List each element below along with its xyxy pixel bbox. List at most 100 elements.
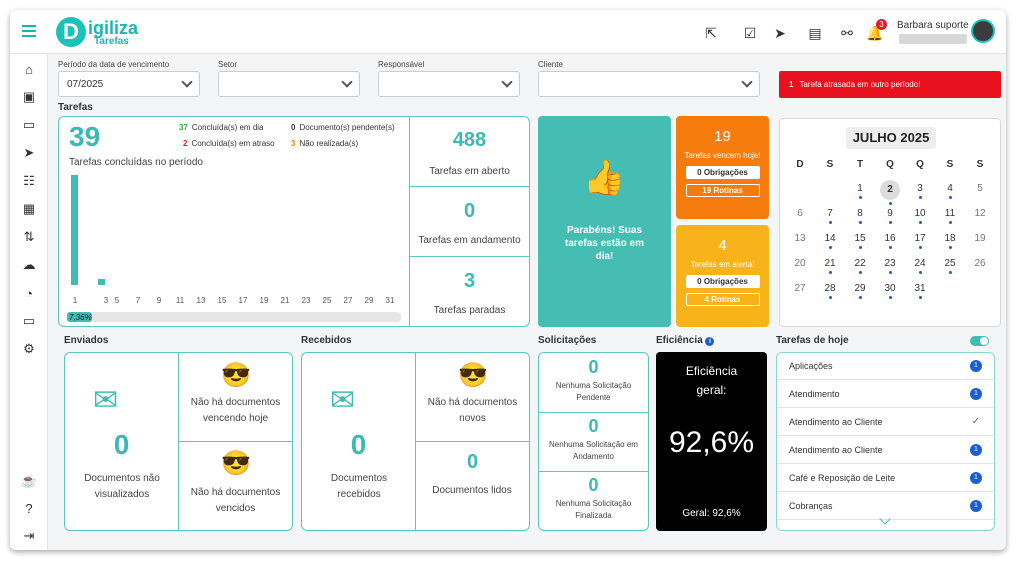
weekday-label: Q [886, 159, 894, 170]
cloud-upload-icon[interactable]: ☁ [20, 256, 38, 274]
period-select[interactable]: 07/2025 [58, 71, 200, 97]
alert-tasks-obligations[interactable]: 0 Obrigações [685, 275, 760, 288]
calendar-title[interactable]: JULHO 2025 [846, 127, 936, 149]
due-today-obligations[interactable]: 0 Obrigações [685, 166, 760, 179]
calendar-day[interactable]: 6 [786, 208, 814, 219]
workflow-icon[interactable]: ⇅ [20, 228, 38, 246]
alert-tasks-routines[interactable]: 4 Rotinas [685, 293, 760, 306]
calendar-day[interactable]: 17 [906, 233, 934, 249]
checklist-icon[interactable]: ☑ [741, 24, 759, 42]
user-subtitle-redacted [899, 34, 967, 44]
responsavel-select[interactable] [378, 71, 520, 97]
monitor-icon[interactable]: ▭ [20, 312, 38, 330]
calendar-day[interactable]: 22 [846, 258, 874, 274]
calendar-day[interactable]: 14 [816, 233, 844, 249]
avatar[interactable] [971, 19, 995, 43]
calendar-day[interactable]: 13 [786, 233, 814, 244]
open-tasks-stat[interactable]: 488 Tarefas em aberto [410, 129, 529, 177]
send-icon[interactable]: ➤ [771, 24, 789, 42]
calendar-day[interactable]: 28 [816, 283, 844, 299]
due-today-routines[interactable]: 19 Rotinas [685, 184, 760, 197]
alert-tasks-card[interactable]: 4 Tarefas em alerta! 0 Obrigações 4 Roti… [676, 225, 769, 327]
calendar-day[interactable]: 19 [966, 233, 994, 244]
list-item-label: Atendimento ao Cliente [789, 417, 883, 427]
checklist-icon[interactable]: ☷ [20, 172, 38, 190]
chevron-down-icon [501, 76, 513, 88]
chart-icon[interactable]: ◔ [20, 284, 38, 302]
day-number: 12 [974, 208, 986, 219]
solicitacao-andamento[interactable]: 0 Nenhuma Solicitação em Andamento [539, 416, 648, 465]
user-name[interactable]: Barbara suporte [897, 20, 969, 31]
calendar-day[interactable]: 18 [936, 233, 964, 249]
calendar-day[interactable]: 27 [786, 283, 814, 294]
alert-count: 1 [789, 80, 794, 89]
list-item[interactable]: Aplicações 1 [777, 353, 994, 380]
hamburger-menu-icon[interactable] [22, 25, 36, 37]
due-today-card[interactable]: 19 Tarefas vencem hoje! 0 Obrigações 19 … [676, 116, 769, 219]
calendar-day[interactable]: 25 [936, 258, 964, 274]
chart-tick-label: 25 [323, 296, 332, 305]
list-item[interactable]: Café e Reposição de Leite 1 [777, 465, 994, 492]
day-number: 23 [884, 258, 896, 269]
open-label: Tarefas em aberto [429, 166, 510, 177]
calendar-clock-icon[interactable]: ▦ [20, 200, 38, 218]
list-item[interactable]: Atendimento ao Cliente 1 [777, 437, 994, 464]
coffee-icon[interactable]: ☕ [20, 472, 38, 490]
calendar-day[interactable]: 20 [786, 258, 814, 269]
calendar-day[interactable]: 1 [846, 183, 874, 199]
hoje-toggle[interactable] [970, 336, 989, 346]
calendar-day[interactable]: 16 [876, 233, 904, 249]
calendar-day[interactable]: 26 [966, 258, 994, 269]
calendar-day[interactable]: 24 [906, 258, 934, 274]
calendar-day[interactable]: 8 [846, 208, 874, 224]
calendar-day[interactable]: 11 [936, 208, 964, 224]
solicitacao-pendente[interactable]: 0 Nenhuma Solicitação Pendente [539, 357, 648, 406]
in-progress-stat[interactable]: 0 Tarefas em andamento [410, 200, 529, 246]
calendar-day[interactable]: 4 [936, 183, 964, 199]
home-icon[interactable]: ⌂ [20, 60, 38, 78]
calendar-day[interactable]: 2 [876, 180, 904, 205]
envelope-icon: ✉ [93, 384, 119, 417]
sitemap-icon[interactable]: ⚯ [838, 24, 856, 42]
chart-bar[interactable] [71, 174, 78, 285]
logout-icon[interactable]: ⇥ [20, 527, 38, 545]
calendar-day[interactable]: 23 [876, 258, 904, 274]
document-icon[interactable]: ▭ [20, 116, 38, 134]
calendar-day[interactable]: 9 [876, 208, 904, 224]
external-link-icon[interactable]: ⇱ [702, 24, 720, 42]
list-item[interactable]: Atendimento 1 [777, 381, 994, 408]
chart-tick-label: 13 [197, 296, 206, 305]
finalizada-count: 0 [588, 475, 599, 495]
late-task-alert[interactable]: 1 Tarefa atrasada em outro período! [779, 71, 1001, 98]
calendar-day[interactable]: 30 [876, 283, 904, 299]
task-add-icon[interactable]: ▤ [806, 24, 824, 42]
chart-tick-label: 31 [386, 296, 395, 305]
calendar-day[interactable]: 15 [846, 233, 874, 249]
help-icon[interactable]: ? [20, 499, 38, 517]
stopped-stat[interactable]: 3 Tarefas paradas [410, 270, 529, 316]
calendar-day[interactable]: 5 [966, 183, 994, 194]
list-item[interactable]: Atendimento ao Cliente ✓ [777, 409, 994, 436]
day-number: 25 [944, 258, 956, 269]
chart-bar[interactable] [98, 279, 105, 285]
setor-select[interactable] [218, 71, 360, 97]
chart-tick-label: 3 [104, 296, 109, 305]
stopped-label: Tarefas paradas [433, 305, 506, 316]
briefcase-icon[interactable]: ▣ [20, 88, 38, 106]
lidos-count: 0 [466, 451, 479, 473]
calendar-day[interactable]: 21 [816, 258, 844, 274]
congrats-text: Parabéns! Suas tarefas estão em dia! [565, 225, 644, 262]
calendar-day[interactable]: 7 [816, 208, 844, 224]
settings-icon[interactable]: ⚙ [20, 340, 38, 358]
day-number: 26 [974, 258, 986, 269]
info-icon[interactable]: i [705, 337, 715, 346]
calendar-day[interactable]: 3 [906, 183, 934, 199]
calendar-day[interactable]: 10 [906, 208, 934, 224]
calendar-day[interactable]: 29 [846, 283, 874, 299]
calendar-day[interactable]: 31 [906, 283, 934, 299]
cliente-select[interactable] [538, 71, 760, 97]
send-icon[interactable]: ➤ [20, 144, 38, 162]
solicitacao-finalizada[interactable]: 0 Nenhuma Solicitação Finalizada [539, 475, 648, 524]
calendar-day[interactable]: 12 [966, 208, 994, 219]
logo[interactable]: D igiliza Tarefas [56, 17, 156, 47]
